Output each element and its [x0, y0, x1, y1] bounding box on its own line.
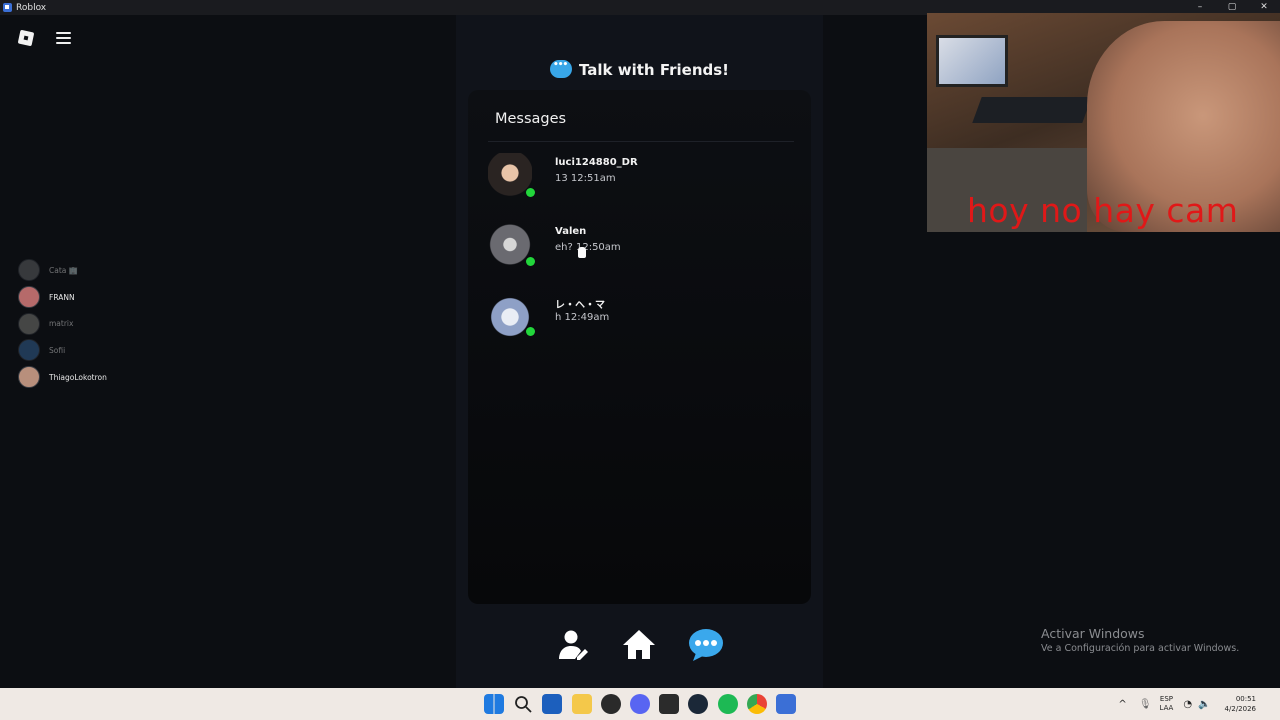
friend-item[interactable]: ThiagoLokotron	[18, 364, 107, 391]
online-status-icon	[526, 188, 535, 197]
avatar	[488, 153, 532, 203]
webcam-caption: hoy no hay cam	[967, 191, 1239, 230]
conversation-name: レ・ヘ・マ	[555, 300, 605, 311]
avatar	[18, 259, 40, 282]
chat-bubble-icon[interactable]	[688, 627, 724, 663]
file-explorer-icon[interactable]	[571, 694, 592, 714]
avatar	[18, 286, 40, 309]
epic-games-icon[interactable]	[659, 694, 680, 714]
chat-column: Talk with Friends! Messages luci124880_D…	[456, 15, 823, 688]
friend-name: Sofii	[49, 345, 66, 355]
online-status-icon	[526, 327, 535, 336]
conversation-name: luci124880_DR	[555, 157, 638, 168]
roblox-logo-icon[interactable]	[17, 29, 35, 47]
conversation-preview: h 12:49am	[555, 312, 610, 323]
wifi-icon[interactable]: ◔	[1183, 699, 1192, 710]
language-indicator[interactable]: ESP LAA	[1160, 695, 1174, 713]
friend-name: Cata 🏢	[49, 265, 79, 275]
conversation-name: Valen	[555, 226, 587, 237]
webcam-monitor	[936, 35, 1008, 87]
chat-bubble-icon	[549, 60, 572, 78]
page-title-text: Talk with Friends!	[578, 61, 729, 79]
friend-item[interactable]: matrix	[18, 310, 107, 337]
clock-time: 00:51	[1235, 695, 1256, 703]
keyboard-layout: LAA	[1159, 704, 1174, 712]
bottom-nav	[456, 627, 823, 663]
friends-list: Cata 🏢 FRANN matrix Sofii ThiagoLokotron	[18, 257, 107, 390]
friend-item[interactable]: FRANN	[18, 284, 107, 311]
app-icon[interactable]	[600, 694, 621, 714]
store-icon[interactable]	[542, 694, 563, 714]
language-code: ESP	[1159, 695, 1173, 703]
clock[interactable]: 00:51 4/2/2026	[1225, 694, 1256, 714]
microphone-icon[interactable]: 🎙	[1139, 699, 1152, 710]
chrome-icon[interactable]	[746, 694, 767, 714]
conversation-item[interactable]: luci124880_DR 13 12:51am	[484, 153, 794, 213]
avatar	[18, 366, 40, 389]
page-title: Talk with Friends!	[456, 60, 823, 79]
steam-icon[interactable]	[688, 694, 709, 714]
spotify-icon[interactable]	[717, 694, 738, 714]
windows-start-icon[interactable]	[484, 694, 504, 714]
webcam-overlay: hoy no hay cam	[927, 13, 1280, 232]
menu-icon[interactable]	[56, 32, 71, 44]
window-title: Roblox	[16, 2, 47, 13]
webcam-keyboard	[972, 97, 1092, 123]
friend-name: ThiagoLokotron	[49, 372, 107, 382]
messages-panel: Messages luci124880_DR 13 12:51am Valen …	[468, 90, 811, 604]
taskbar: ^ 🎙 ESP LAA ◔ 🔈 00:51 4/2/2026	[0, 688, 1280, 720]
online-status-icon	[526, 257, 535, 266]
friend-name: matrix	[49, 319, 74, 329]
system-tray: ^ 🎙 ESP LAA ◔ 🔈 00:51 4/2/2026	[1118, 688, 1280, 720]
conversation-item[interactable]: Valen eh? 12:50am	[484, 222, 794, 282]
clock-date: 4/2/2026	[1224, 705, 1256, 713]
avatar	[18, 339, 40, 362]
messages-heading: Messages	[495, 111, 567, 127]
avatar	[18, 312, 40, 335]
roblox-icon[interactable]	[775, 694, 796, 714]
watermark-title: Activar Windows	[1041, 626, 1145, 641]
home-icon[interactable]	[621, 627, 657, 663]
conversation-preview: eh? 12:50am	[555, 242, 621, 253]
profile-edit-icon[interactable]	[555, 627, 591, 663]
friend-name: FRANN	[49, 292, 75, 302]
taskbar-apps	[484, 694, 805, 714]
activation-watermark: Activar Windows Ve a Configuración para …	[1041, 626, 1239, 654]
divider	[488, 141, 794, 142]
discord-icon[interactable]	[629, 694, 650, 714]
roblox-app-icon	[3, 3, 12, 12]
friend-item[interactable]: Sofii	[18, 337, 107, 364]
chevron-up-icon[interactable]: ^	[1118, 699, 1126, 710]
avatar	[488, 292, 532, 342]
mouse-cursor-icon	[578, 247, 586, 258]
conversation-preview: 13 12:51am	[555, 173, 616, 184]
avatar	[488, 222, 532, 272]
friend-item[interactable]: Cata 🏢	[18, 257, 107, 284]
volume-icon[interactable]: 🔈	[1198, 699, 1210, 710]
conversation-item[interactable]: レ・ヘ・マ h 12:49am	[484, 292, 794, 352]
search-icon[interactable]	[513, 694, 533, 714]
watermark-subtitle: Ve a Configuración para activar Windows.	[1041, 643, 1240, 654]
